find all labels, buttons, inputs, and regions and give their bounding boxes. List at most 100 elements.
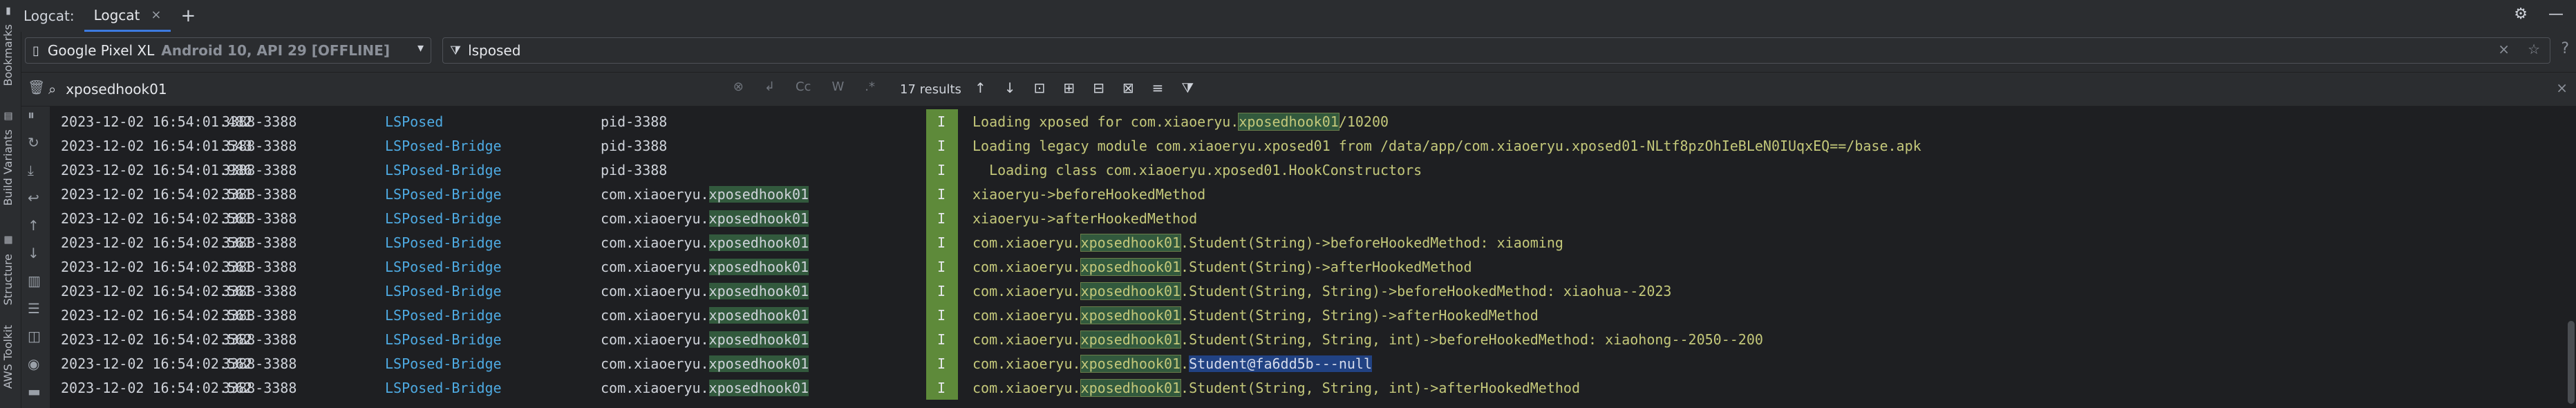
log-side-toolbar: 🗑 ⏸ ↻ ⤓ ↩ ↑ ↓ ▥ ☰ ◫ ◉ ▬ bbox=[21, 72, 48, 408]
structure-icon: ▦ bbox=[3, 235, 14, 246]
log-row[interactable]: 2023-12-02 16:54:02.562 3388-3388 LSPosed-… bbox=[50, 351, 2566, 375]
search-field[interactable]: ⌕ xposedhook01 ⊗ ↲ Cc W .* bbox=[48, 77, 885, 102]
previous-match-icon[interactable]: ↑ bbox=[975, 80, 986, 96]
log-row[interactable]: 2023-12-02 16:54:02.561 3388-3388 LSPosed-… bbox=[50, 303, 2566, 327]
build-variants-icon: ▤ bbox=[3, 111, 14, 122]
up-icon[interactable]: ↑ bbox=[28, 217, 39, 234]
log-message: com.xiaoeryu.xposedhook01.Student(String… bbox=[959, 327, 2548, 351]
search-match-highlight: xposedhook01 bbox=[708, 210, 809, 227]
search-row: ⌕ xposedhook01 ⊗ ↲ Cc W .* 17 results ↑ … bbox=[21, 72, 2576, 106]
search-match-highlight: xposedhook01 bbox=[1080, 306, 1182, 324]
log-row[interactable]: 2023-12-02 16:54:02.561 3388-3388 LSPosed-… bbox=[50, 182, 2566, 206]
log-package: com.xiaoeryu.xposedhook01 bbox=[601, 210, 809, 227]
select-all-matches-icon[interactable]: ⊡ bbox=[1034, 80, 1046, 96]
favorite-filter-icon[interactable]: ☆ bbox=[2528, 41, 2540, 57]
help-icon[interactable]: ? bbox=[2561, 40, 2569, 57]
build-variants-tab[interactable]: Build Variants ▤ bbox=[1, 111, 15, 205]
log-message-prefix: xiaoeryu->afterHookedMethod bbox=[972, 210, 1198, 227]
log-level: I bbox=[937, 186, 946, 203]
search-results-count: 17 results bbox=[900, 82, 961, 97]
select-all-occurrences-icon[interactable]: ⊠ bbox=[1122, 80, 1134, 96]
format-icon[interactable]: ☰ bbox=[28, 300, 40, 317]
log-package: pid-3388 bbox=[601, 138, 667, 154]
search-match-highlight: xposedhook01 bbox=[1080, 355, 1182, 373]
match-case-toggle[interactable]: Cc bbox=[796, 80, 811, 94]
clear-search-icon[interactable]: ⊗ bbox=[733, 80, 744, 94]
logcat-filter-input[interactable]: ⧩ lsposed × ☆ bbox=[442, 37, 2550, 64]
new-tab-icon[interactable]: + bbox=[180, 6, 196, 26]
log-message-suffix: . bbox=[1181, 355, 1190, 372]
log-message: com.xiaoeryu.xposedhook01.Student@fa6dd5… bbox=[959, 351, 2548, 375]
next-match-icon[interactable]: ↓ bbox=[1004, 80, 1016, 96]
split-view-icon[interactable]: ▥ bbox=[28, 272, 41, 289]
log-message: xiaoeryu->afterHookedMethod bbox=[959, 206, 2548, 230]
log-row[interactable]: 2023-12-02 16:54:02.561 3388-3388 LSPosed-… bbox=[50, 254, 2566, 279]
log-message-prefix: com.xiaoeryu. bbox=[972, 331, 1081, 348]
search-icon: ⌕ bbox=[48, 81, 57, 98]
search-input[interactable]: xposedhook01 bbox=[66, 81, 167, 98]
record-icon[interactable]: ▬ bbox=[28, 383, 41, 400]
log-pid: 3388-3388 bbox=[222, 380, 297, 396]
log-level: I bbox=[937, 283, 946, 299]
log-level: I bbox=[937, 210, 946, 227]
device-selector[interactable]: ▯ Google Pixel XL Android 10, API 29 [OF… bbox=[25, 37, 431, 64]
down-icon[interactable]: ↓ bbox=[28, 245, 39, 261]
clear-filter-icon[interactable]: × bbox=[2498, 41, 2510, 57]
log-output[interactable]: 2023-12-02 16:54:01.482 3388-3388 LSPosed p… bbox=[50, 106, 2576, 408]
log-level-badge: I bbox=[926, 182, 958, 206]
log-tag: LSPosed-Bridge bbox=[385, 331, 502, 348]
log-message-prefix: com.xiaoeryu. bbox=[972, 283, 1081, 299]
whole-word-toggle[interactable]: W bbox=[831, 80, 844, 94]
search-match-highlight: xposedhook01 bbox=[708, 259, 809, 275]
minimize-icon[interactable]: — bbox=[2548, 6, 2564, 23]
log-pid: 3388-3388 bbox=[222, 234, 297, 251]
tab-logcat[interactable]: Logcat × bbox=[84, 0, 171, 32]
restart-icon[interactable]: ↻ bbox=[28, 134, 39, 151]
scrollbar-thumb[interactable] bbox=[2568, 321, 2575, 404]
add-selection-icon[interactable]: ⊞ bbox=[1063, 80, 1075, 96]
chevron-down-icon: ▾ bbox=[417, 41, 424, 55]
log-message: com.xiaoeryu.xposedhook01.Student(String… bbox=[959, 303, 2548, 327]
scroll-to-end-icon[interactable]: ⤓ bbox=[28, 162, 34, 178]
search-history-icon[interactable]: ↲ bbox=[764, 80, 775, 94]
regex-toggle[interactable]: .* bbox=[865, 80, 875, 94]
log-row[interactable]: 2023-12-02 16:54:02.561 3388-3388 LSPosed-… bbox=[50, 279, 2566, 303]
soft-wrap-icon[interactable]: ↩ bbox=[28, 189, 39, 206]
log-message-suffix: .Student(String, String, int)->beforeHoo… bbox=[1181, 331, 1763, 348]
log-package: com.xiaoeryu.xposedhook01 bbox=[601, 283, 809, 299]
log-row[interactable]: 2023-12-02 16:54:02.561 3388-3388 LSPosed-… bbox=[50, 230, 2566, 254]
bookmark-icon: ▮ bbox=[3, 6, 14, 17]
clear-log-icon[interactable]: 🗑 bbox=[28, 79, 45, 95]
log-tag: LSPosed-Bridge bbox=[385, 307, 502, 324]
aws-toolkit-tab[interactable]: AWS Toolkit bbox=[1, 325, 15, 389]
search-match-highlight: xposedhook01 bbox=[1080, 331, 1182, 349]
log-row[interactable]: 2023-12-02 16:54:02.561 3388-3388 LSPosed-… bbox=[50, 206, 2566, 230]
log-message-suffix: .Student(String)->afterHookedMethod bbox=[1181, 259, 1472, 275]
log-message-prefix: com.xiaoeryu. bbox=[972, 355, 1081, 372]
log-message-suffix: .Student(String, String)->afterHookedMet… bbox=[1181, 307, 1539, 324]
log-level: I bbox=[937, 162, 946, 178]
settings-gear-icon[interactable]: ⚙ bbox=[2514, 6, 2528, 23]
log-row[interactable]: 2023-12-02 16:54:02.562 3388-3388 LSPosed-… bbox=[50, 327, 2566, 351]
structure-tab[interactable]: Structure ▦ bbox=[1, 235, 15, 306]
pause-icon[interactable]: ⏸ bbox=[28, 106, 35, 123]
log-row[interactable]: 2023-12-02 16:54:01.986 3388-3388 LSPosed-… bbox=[50, 158, 2566, 182]
log-scrollbar[interactable] bbox=[2566, 106, 2576, 408]
close-tab-icon[interactable]: × bbox=[151, 8, 161, 22]
bookmarks-tab[interactable]: Bookmarks ▮ bbox=[1, 6, 15, 86]
tool-window-header: Logcat: Logcat × + ⚙ — bbox=[21, 0, 2576, 32]
screenshot-icon[interactable]: ◉ bbox=[28, 355, 39, 372]
close-search-icon[interactable]: × bbox=[2556, 80, 2568, 96]
log-message: Loading class com.xiaoeryu.xposed01.Hook… bbox=[959, 158, 2548, 182]
multiline-icon[interactable]: ≡ bbox=[1152, 80, 1164, 96]
log-tag: LSPosed-Bridge bbox=[385, 259, 502, 275]
remove-selection-icon[interactable]: ⊟ bbox=[1093, 80, 1104, 96]
log-pid: 3388-3388 bbox=[222, 210, 297, 227]
log-row[interactable]: 2023-12-02 16:54:02.562 3388-3388 LSPosed-… bbox=[50, 375, 2566, 400]
log-row[interactable]: 2023-12-02 16:54:01.543 3388-3388 LSPosed-… bbox=[50, 133, 2566, 158]
log-package: com.xiaoeryu.xposedhook01 bbox=[601, 331, 809, 348]
layout-icon[interactable]: ◫ bbox=[28, 328, 41, 344]
log-level: I bbox=[937, 380, 946, 396]
filter-results-icon[interactable]: ⧩ bbox=[1181, 80, 1194, 96]
log-row[interactable]: 2023-12-02 16:54:01.482 3388-3388 LSPosed p… bbox=[50, 109, 2566, 133]
